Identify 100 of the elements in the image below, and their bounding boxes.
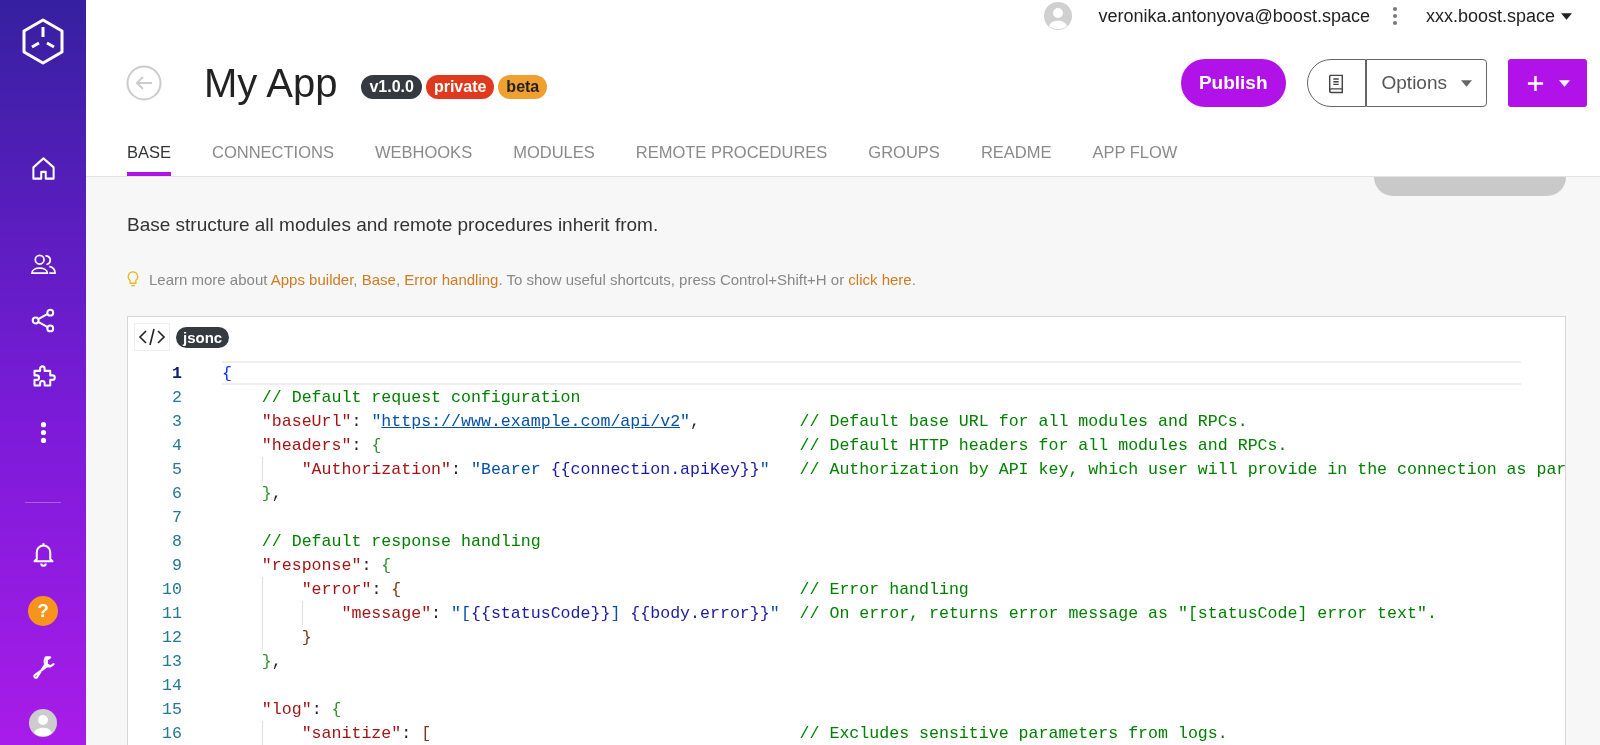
code-string: " [769,603,780,623]
code-bracket: { [331,699,342,719]
code-bracket: { [381,555,392,575]
code-comment: // Default HTTP headers for all modules and RPCs. [799,435,1288,455]
tab[interactable]: BASE [127,132,172,176]
book-icon [1327,72,1345,94]
line-number: 9 [171,555,182,575]
tab[interactable]: README [980,132,1052,176]
code-punctuation: : [351,435,362,455]
line-number: 13 [161,651,182,671]
code-string: " [759,459,770,479]
code-key: "log" [261,699,312,719]
share-icon[interactable] [29,307,57,334]
code-string: " [371,411,382,431]
code-key: "response" [261,555,362,575]
tab[interactable]: WEBHOOKS [374,132,473,176]
line-number: 2 [171,387,182,407]
caret-icon [1558,79,1570,87]
caret-icon [1561,12,1572,20]
code-bracket: { [391,579,402,599]
line-number: 6 [171,483,182,503]
code-template: {{statusCode}} [470,603,611,623]
docs-button[interactable] [1306,59,1366,107]
code-punctuation: : [351,411,362,431]
description-text: Base structure all modules and remote procedures inherit from. [127,214,660,236]
code-punctuation: : [451,459,461,479]
line-number: 11 [161,603,182,623]
tab[interactable]: CONNECTIONS [212,132,334,176]
code-punctuation: : [431,603,442,623]
tab[interactable]: MODULES [513,132,595,176]
line-number: 12 [161,627,182,647]
workspace-dropdown[interactable]: xxx.boost.space [1425,5,1572,27]
line-number: 1 [171,363,182,383]
code-punctuation: : [401,723,412,743]
code-comment: // On error, returns error message as "[statusCode] error text". [799,603,1437,623]
line-number: 14 [161,675,182,695]
help-button[interactable]: ? [28,596,58,626]
line-number: 7 [171,507,182,527]
app-title: My App [204,60,338,106]
code-bracket: } [261,651,272,671]
options-dropdown[interactable]: Options [1365,59,1487,107]
tab[interactable]: APP FLOW [1092,132,1178,176]
home-icon[interactable] [29,155,57,182]
caret-icon [1461,79,1472,87]
code-key: "baseUrl" [261,411,352,431]
user-email[interactable]: veronika.antonyova@boost.space [1098,5,1370,27]
code-string: "Bearer [470,459,542,479]
code-bracket: [ [421,723,432,743]
code-comment: // Error handling [799,579,969,599]
badge: beta [498,75,548,99]
add-button[interactable] [1508,59,1587,107]
line-number: 4 [171,435,182,455]
publish-button[interactable]: Publish [1180,59,1286,107]
badge: v1.0.0 [361,75,422,99]
avatar-icon[interactable] [29,709,57,737]
code-punctuation: , [271,483,282,503]
code-punctuation: , [690,411,701,431]
code-key: "headers" [261,435,352,455]
code-string: " [680,411,691,431]
language-badge: jsonc [176,326,230,348]
code-comment: // Default response handling [261,531,541,551]
tab[interactable]: GROUPS [868,132,940,176]
code-punctuation: : [361,555,372,575]
plus-icon [1525,73,1545,93]
help-link[interactable]: Error handling [404,271,499,288]
line-number: 5 [171,459,182,479]
code-string: "[ [451,603,471,623]
help-link[interactable]: Base [361,271,396,288]
code-link[interactable]: https://www.example.com/api/v2 [381,411,681,431]
line-number: 3 [171,411,182,431]
code-string: ] [610,603,622,623]
tab[interactable]: REMOTE PROCEDURES [635,132,828,176]
code-bracket: } [301,627,312,647]
code-template: {{body.error}} [630,603,770,623]
code-icon[interactable] [134,323,170,351]
kebab-menu-icon[interactable] [1391,6,1398,26]
code-comment: // Authorization by API key, which user will provide in the connection as par [799,459,1565,479]
code-key: "message" [341,603,432,623]
help-link[interactable]: Apps builder [270,271,354,288]
line-number: 16 [161,723,182,743]
code-comment: // Default base URL for all modules and RPCs. [799,411,1248,431]
code-key: "Authorization" [301,459,452,479]
code-bracket: { [371,435,382,455]
code-comment: // Default request configuration [261,387,581,407]
help-link[interactable]: click here [848,271,912,288]
code-punctuation: : [371,579,382,599]
code-template: {{connection.apiKey}} [550,459,760,479]
lightbulb-icon [127,271,139,288]
code-bracket: } [261,483,272,503]
code-bracket: { [222,363,232,383]
code-punctuation: , [271,651,282,671]
code-punctuation: : [311,699,322,719]
code-comment: // Excludes sensitive parameters from logs. [799,723,1228,743]
line-number: 10 [161,579,182,599]
line-number: 8 [171,531,182,551]
line-number: 15 [161,699,182,719]
badge: private [425,75,495,99]
code-key: "error" [301,579,372,599]
help-text: Learn more about Apps builder, Base, Error handling. To show useful shortcuts, press Control+Shift+H or click here. [149,271,916,288]
code-key: "sanitize" [301,723,402,743]
